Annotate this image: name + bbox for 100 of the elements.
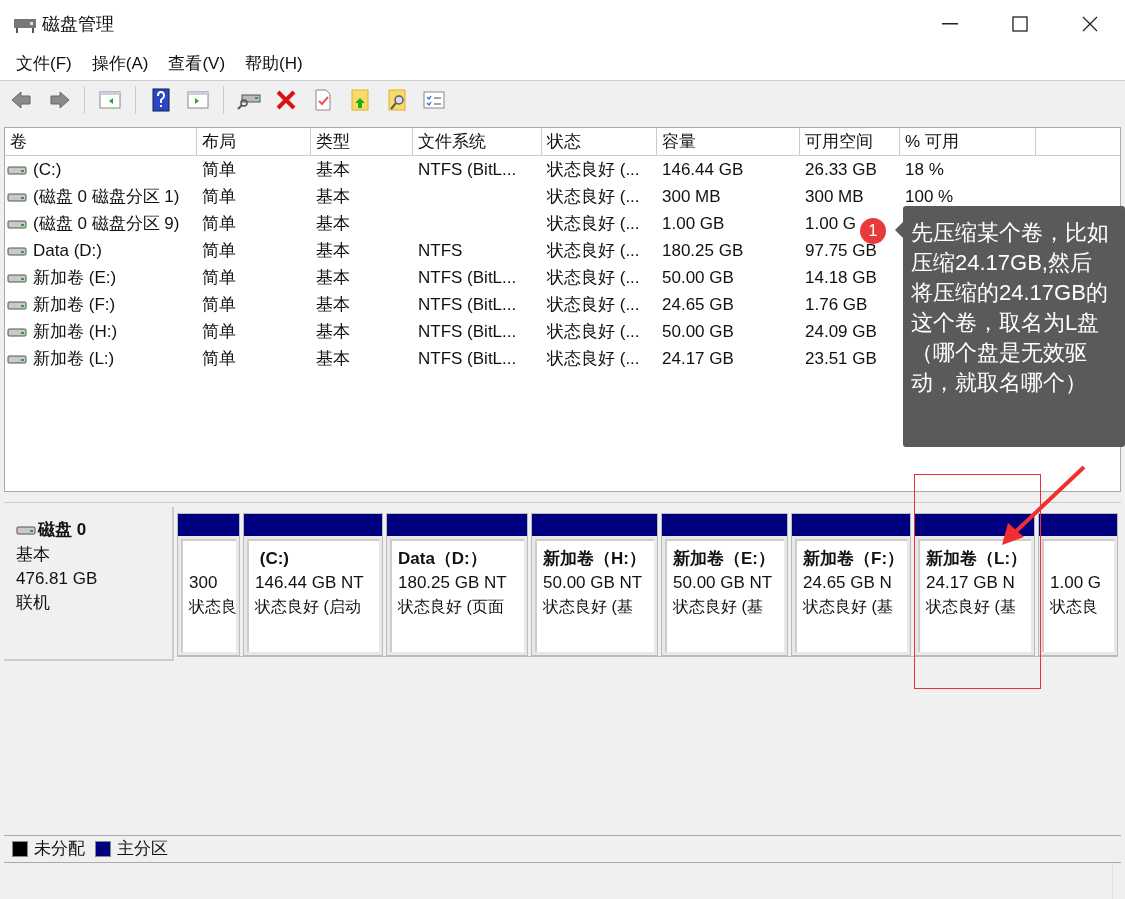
table-cell-text: 基本 [316, 158, 350, 181]
partition-block[interactable]: 新加卷（L:） 24.17 GB N 状态良好 (基 [914, 513, 1035, 656]
disk-info: 联机 [16, 591, 51, 614]
table-cell-text: 新加卷 (L:) [33, 347, 115, 370]
menu-item[interactable]: 操作(A) [81, 51, 159, 77]
table-cell-text: 基本 [316, 239, 350, 262]
table-cell-text: 100 % [905, 185, 954, 208]
partition-title: 新加卷（L:） [926, 548, 1029, 570]
partition-size: 146.44 GB NT [255, 572, 365, 594]
partition-status: 状态良好 (基 [803, 597, 894, 617]
table-cell-text: 状态良好 (... [547, 266, 640, 289]
table-cell-text: 基本 [316, 293, 350, 316]
window-pane-icon [186, 88, 210, 112]
table-cell-text: (磁盘 0 磁盘分区 1) [33, 185, 180, 208]
partition-block[interactable]: (C:) 146.44 GB NT 状态良好 (启动 [243, 513, 383, 656]
annotation-text: 先压缩某个卷，比如压缩24.17GB,然后将压缩的24.17GB的这个卷，取名为L盘（哪个盘是无效驱动，就取名哪个） [911, 220, 1109, 395]
partition-header-bar [178, 514, 239, 536]
table-cell-text: 24.17 GB [662, 347, 734, 370]
back-arrow-icon [10, 88, 34, 112]
table-cell-text: 简单 [202, 266, 236, 289]
table-cell-text: 24.65 GB [662, 293, 734, 316]
menu-item[interactable]: 帮助(H) [235, 51, 313, 77]
menu-item[interactable]: 查看(V) [158, 51, 236, 77]
maximize-icon [1012, 16, 1028, 32]
partition-title: (C:) [258, 548, 290, 570]
table-cell-text: 基本 [316, 185, 350, 208]
table-cell-text: 1.76 GB [805, 293, 868, 316]
table-cell-text: 状态良好 (... [547, 320, 640, 343]
partition-block[interactable]: 1.00 G 状态良 [1038, 513, 1118, 656]
partition-size: 50.00 GB NT [543, 572, 644, 594]
table-cell-text: 状态良好 (... [547, 185, 640, 208]
table-cell-text: 新加卷 (F:) [33, 293, 116, 316]
table-cell-text: 180.25 GB [662, 239, 744, 262]
delete-icon [274, 88, 298, 112]
table-cell-text: 状态良好 (... [547, 347, 640, 370]
disk-name: 磁盘 0 [38, 519, 87, 541]
partition-block[interactable]: 新加卷（F:） 24.65 GB N 状态良好 (基 [791, 513, 911, 656]
legend-label: 未分配 [34, 838, 85, 861]
partition-block[interactable]: Data（D:） 180.25 GB NT 状态良好 (页面 [386, 513, 528, 656]
table-cell-text: NTFS (BitL... [418, 320, 517, 343]
disk-info: 476.81 GB [16, 567, 99, 590]
table-cell-text: 新加卷 (H:) [33, 320, 118, 343]
partition-status: 状态良好 (页面 [398, 597, 505, 617]
partition-block[interactable]: 新加卷（E:） 50.00 GB NT 状态良好 (基 [661, 513, 788, 656]
table-cell-text: NTFS (BitL... [418, 266, 517, 289]
table-cell-text: NTFS (BitL... [418, 347, 517, 370]
partition-status: 状态良好 (基 [926, 597, 1017, 617]
disk-info: 基本 [16, 543, 51, 566]
table-cell-text: 简单 [202, 158, 236, 181]
table-cell-text: 简单 [202, 320, 236, 343]
table-cell-text: 14.18 GB [805, 266, 877, 289]
table-cell-text: 新加卷 (E:) [33, 266, 117, 289]
table-cell-text: Data (D:) [33, 239, 102, 262]
window-pane-icon [98, 88, 122, 112]
table-cell-text: 基本 [316, 320, 350, 343]
table-cell-text: 状态良好 (... [547, 293, 640, 316]
partition-size: 180.25 GB NT [398, 572, 508, 594]
table-cell-text: 18 % [905, 158, 944, 181]
table-cell-text: 26.33 GB [805, 158, 877, 181]
table-cell-text: 146.44 GB [662, 158, 744, 181]
table-cell-text: 基本 [316, 347, 350, 370]
table-cell-text: 状态良好 (... [547, 239, 640, 262]
folder-magnifier-icon [385, 88, 409, 112]
partition-title: 新加卷（F:） [803, 548, 906, 570]
table-cell-text: 23.51 GB [805, 347, 877, 370]
partition-block[interactable]: 300 状态良 [177, 513, 240, 656]
partition-block[interactable]: 新加卷（H:） 50.00 GB NT 状态良好 (基 [531, 513, 658, 656]
table-cell-text: 50.00 GB [662, 320, 734, 343]
table-cell-text: 状态良好 (... [547, 158, 640, 181]
minimize-icon [942, 23, 958, 25]
table-cell-text: NTFS (BitL... [418, 158, 517, 181]
table-cell-text: (磁盘 0 磁盘分区 9) [33, 212, 180, 235]
table-cell-text: NTFS [418, 239, 463, 262]
partition-status: 状态良好 (启动 [255, 597, 362, 617]
checklist-icon [422, 88, 446, 112]
table-cell-text: 简单 [202, 185, 236, 208]
help-icon [149, 88, 173, 112]
table-cell-text: 24.09 GB [805, 320, 877, 343]
menu-item[interactable]: 文件(F) [6, 51, 82, 77]
table-cell-text: NTFS (BitL... [418, 293, 517, 316]
partition-size: 50.00 GB NT [673, 572, 774, 594]
partition-size: 24.65 GB N [803, 572, 893, 594]
window-title: 磁盘管理 [42, 12, 114, 36]
table-cell-text: 简单 [202, 293, 236, 316]
table-cell-text: 简单 [202, 239, 236, 262]
table-cell-text: 1.00 GB [662, 212, 725, 235]
partition-size: 24.17 GB N [926, 572, 1016, 594]
partition-title: 新加卷（E:） [673, 548, 776, 570]
table-cell-text: 300 MB [662, 185, 721, 208]
table-cell-text: 300 MB [805, 185, 864, 208]
table-cell-text: 简单 [202, 212, 236, 235]
table-cell-text: 状态良好 (... [547, 212, 640, 235]
close-icon [1082, 16, 1098, 32]
partition-status: 状态良好 (基 [543, 597, 634, 617]
forward-arrow-icon [47, 88, 71, 112]
table-cell-text: 基本 [316, 212, 350, 235]
legend-label: 主分区 [117, 838, 168, 861]
table-cell-text: 50.00 GB [662, 266, 734, 289]
partition-title: 新加卷（H:） [543, 548, 647, 570]
table-cell-text: 1.00 G [805, 212, 857, 235]
